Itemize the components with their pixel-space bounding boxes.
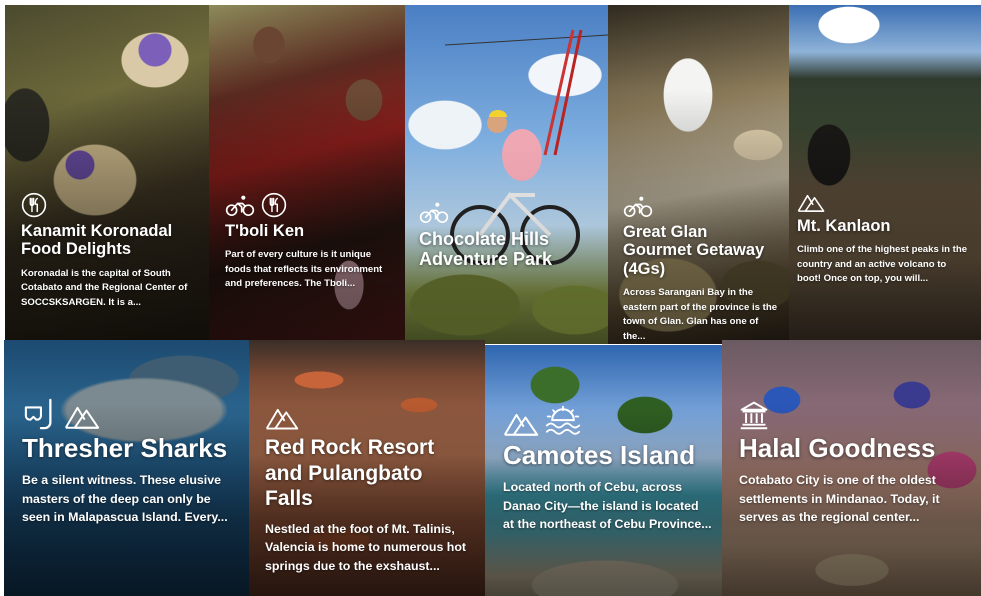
card-title: Great Glan Gourmet Getaway (4Gs) — [623, 223, 765, 278]
beach-icon — [545, 405, 581, 437]
card-icons — [797, 191, 971, 213]
card-description: Be a silent witness. These elusive maste… — [22, 473, 228, 525]
card-title: Mt. Kanlaon — [797, 217, 891, 235]
heritage-icon — [739, 400, 769, 430]
card-description: Part of every culture is it unique foods… — [225, 249, 383, 290]
card-title: T'boli Ken — [225, 222, 305, 240]
dining-icon — [21, 192, 47, 218]
card-icons — [225, 192, 395, 218]
card-description: Koronadal is the capital of South Cotaba… — [21, 267, 188, 308]
card-icons — [419, 201, 598, 225]
card-overlay — [789, 5, 981, 340]
cycling-icon — [419, 201, 449, 225]
card-overlay — [405, 5, 608, 344]
card-description: Climb one of the highest peaks in the co… — [797, 244, 968, 285]
cycling-icon — [225, 194, 255, 218]
card-icons — [22, 398, 239, 430]
mountain-icon — [503, 409, 539, 437]
snorkel-icon — [22, 398, 58, 430]
card-content: Halal Goodness Cotabato City is one of t… — [739, 400, 971, 527]
card-icons — [623, 195, 779, 219]
tour-card-mt-kanlaon[interactable]: Mt. Kanlaon Climb one of the highest pea… — [789, 5, 981, 340]
card-title: Red Rock Resort and Pulangbato Falls — [265, 436, 435, 511]
card-content: T'boli Ken Part of every culture is it u… — [225, 192, 395, 292]
card-title: Camotes Island — [503, 440, 696, 470]
cycling-icon — [623, 195, 653, 219]
card-content: Camotes Island Located north of Cebu, ac… — [503, 405, 712, 534]
card-icons — [265, 404, 475, 431]
mountain-icon — [64, 402, 100, 430]
card-content: Thresher Sharks Be a silent witness. The… — [22, 398, 239, 527]
tour-card-chocolate-hills[interactable]: Chocolate Hills Adventure Park — [405, 5, 608, 344]
tour-card-kanamit-koronadal[interactable]: Kanamit Koronadal Food Delights Koronada… — [5, 5, 209, 340]
card-title: Halal Goodness — [739, 433, 936, 463]
mountain-icon — [265, 404, 299, 431]
card-description: Across Sarangani Bay in the eastern part… — [623, 287, 778, 342]
card-description: Nestled at the foot of Mt. Talinis, Vale… — [265, 521, 467, 574]
tour-card-halal-goodness[interactable]: Halal Goodness Cotabato City is one of t… — [722, 340, 981, 596]
card-title: Chocolate Hills Adventure Park — [419, 229, 553, 270]
card-content: Red Rock Resort and Pulangbato Falls Nes… — [265, 404, 475, 576]
card-icons — [739, 400, 971, 430]
card-icons — [21, 192, 199, 218]
card-content: Mt. Kanlaon Climb one of the highest pea… — [797, 191, 971, 287]
card-content: Great Glan Gourmet Getaway (4Gs) Across … — [623, 195, 779, 344]
tour-card-thresher-sharks[interactable]: Thresher Sharks Be a silent witness. The… — [4, 340, 249, 596]
mountain-icon — [797, 191, 825, 213]
card-description: Cotabato City is one of the oldest settl… — [739, 473, 940, 525]
tour-card-great-glan-gourmet[interactable]: Great Glan Gourmet Getaway (4Gs) Across … — [608, 5, 789, 344]
card-icons — [503, 405, 712, 437]
card-title: Thresher Sharks — [22, 433, 228, 463]
dining-icon — [261, 192, 287, 218]
tour-grid: Kanamit Koronadal Food Delights Koronada… — [0, 0, 981, 596]
card-content: Chocolate Hills Adventure Park — [419, 201, 598, 269]
tour-card-red-rock-resort[interactable]: Red Rock Resort and Pulangbato Falls Nes… — [249, 340, 485, 596]
card-description: Located north of Cebu, across Danao City… — [503, 480, 712, 532]
card-title: Kanamit Koronadal Food Delights — [21, 222, 173, 259]
card-content: Kanamit Koronadal Food Delights Koronada… — [21, 192, 199, 310]
tour-card-tboli-ken[interactable]: T'boli Ken Part of every culture is it u… — [209, 5, 405, 340]
tour-card-camotes-island[interactable]: Camotes Island Located north of Cebu, ac… — [485, 345, 722, 596]
